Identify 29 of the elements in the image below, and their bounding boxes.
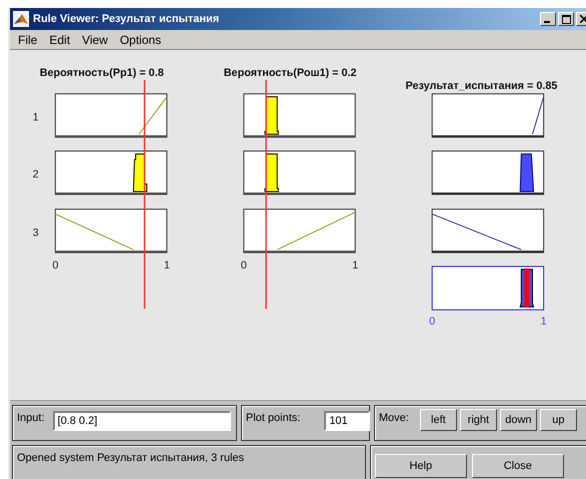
menu-item[interactable]: Options xyxy=(114,32,168,46)
move-button[interactable]: left xyxy=(420,409,457,431)
input-field[interactable]: [0.8 0.2] xyxy=(52,411,231,431)
status-message: Opened system Результат испытания, 3 rules xyxy=(17,452,244,464)
plot-points-label: Plot points: xyxy=(246,412,300,424)
rule-number: 3 xyxy=(32,226,39,239)
input-label: Input: xyxy=(17,412,45,424)
variable-title: Вероятность(Рр1) = 0.8 xyxy=(40,67,164,80)
move-button[interactable]: right xyxy=(460,409,497,431)
dialog-button[interactable]: Close xyxy=(472,454,564,478)
axis-tick-label: 0 xyxy=(240,259,247,272)
window-title: Rule Viewer: Результат испытания xyxy=(33,13,220,25)
axis-tick-label: 0 xyxy=(52,259,58,272)
menu-item[interactable]: View xyxy=(76,32,114,46)
menu-item[interactable]: File xyxy=(12,32,44,46)
menu-item[interactable]: Edit xyxy=(43,32,76,46)
axis-tick-label: 0 xyxy=(429,316,436,328)
plot-points-field[interactable]: 101 xyxy=(324,411,370,431)
axis-tick-label: 1 xyxy=(540,316,547,328)
axis-tick-label: 1 xyxy=(164,259,170,272)
axis-tick-label: 1 xyxy=(352,259,358,272)
rule-number: 1 xyxy=(32,111,39,124)
move-label: Move: xyxy=(378,412,409,424)
move-button[interactable]: up xyxy=(540,409,577,431)
rule-number: 2 xyxy=(32,168,39,181)
variable-title: Результат_испытания = 0.85 xyxy=(406,80,558,92)
dialog-button[interactable]: Help xyxy=(374,454,467,478)
move-button[interactable]: down xyxy=(500,409,537,431)
variable-title: Вероятность(Рош1) = 0.2 xyxy=(224,67,356,80)
